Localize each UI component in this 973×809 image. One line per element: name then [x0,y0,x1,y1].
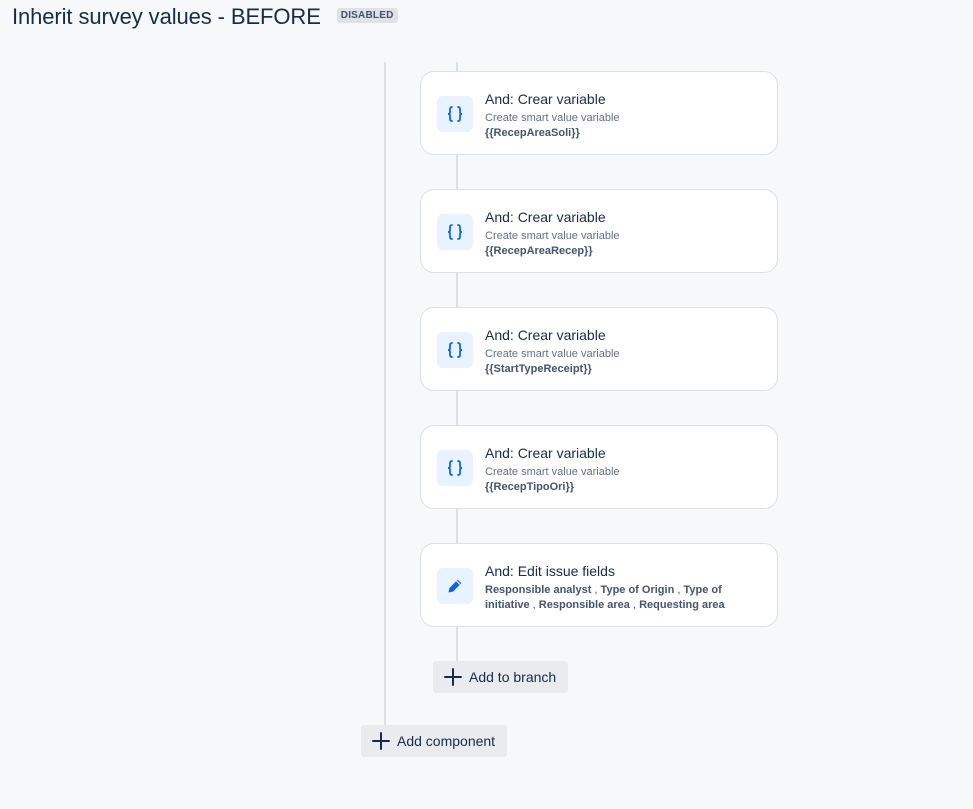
field-name: Type of Origin [600,584,675,596]
card-title: And: Crear variable [485,209,606,225]
component-card-create-variable[interactable]: And: Crear variable Create smart value v… [420,71,778,155]
curly-braces-icon [437,214,473,250]
add-to-branch-button[interactable]: Add to branch [433,661,569,693]
curly-braces-icon [437,450,473,486]
field-name: Responsible analyst [485,584,592,596]
card-title: And: Crear variable [485,445,606,461]
component-card-edit-issue-fields[interactable]: And: Edit issue fields Responsible analy… [420,543,778,627]
card-variable-name: {{RecepTipoOri}} [485,481,575,493]
card-subtitle: Create smart value variable [485,348,620,360]
field-separator: , [529,599,539,611]
status-badge: DISABLED [336,7,398,23]
page-title: Inherit survey values - BEFORE [12,4,321,29]
card-subtitle: Create smart value variable [485,466,620,478]
plus-icon [443,667,463,687]
curly-braces-icon [437,96,473,132]
card-title: And: Crear variable [485,91,606,107]
field-separator: , [629,599,640,611]
field-separator: , [591,584,601,596]
card-subtitle: Create smart value variable [485,112,620,124]
card-variable-name: {{StartTypeReceipt}} [485,363,592,375]
card-title: And: Crear variable [485,327,606,343]
plus-icon [371,731,391,751]
card-variable-name: {{RecepAreaSoli}} [485,127,580,139]
curly-braces-icon [437,332,473,368]
add-to-branch-label: Add to branch [469,669,557,685]
edited-fields-list: Responsible analyst , Type of Origin , T… [485,583,750,613]
main-flow-line [384,62,386,740]
component-card-create-variable[interactable]: And: Crear variable Create smart value v… [420,189,778,273]
component-card-create-variable[interactable]: And: Crear variable Create smart value v… [420,307,778,391]
page-header: Inherit survey values - BEFORE DISABLED [12,2,398,32]
add-component-button[interactable]: Add component [361,725,508,757]
card-subtitle: Create smart value variable [485,230,620,242]
add-component-label: Add component [397,733,496,749]
card-title: And: Edit issue fields [485,563,615,579]
card-variable-name: {{RecepAreaRecep}} [485,245,593,257]
pencil-icon [437,568,473,604]
field-name: Requesting area [639,599,725,611]
component-card-create-variable[interactable]: And: Crear variable Create smart value v… [420,425,778,509]
field-name: Responsible area [538,599,630,611]
